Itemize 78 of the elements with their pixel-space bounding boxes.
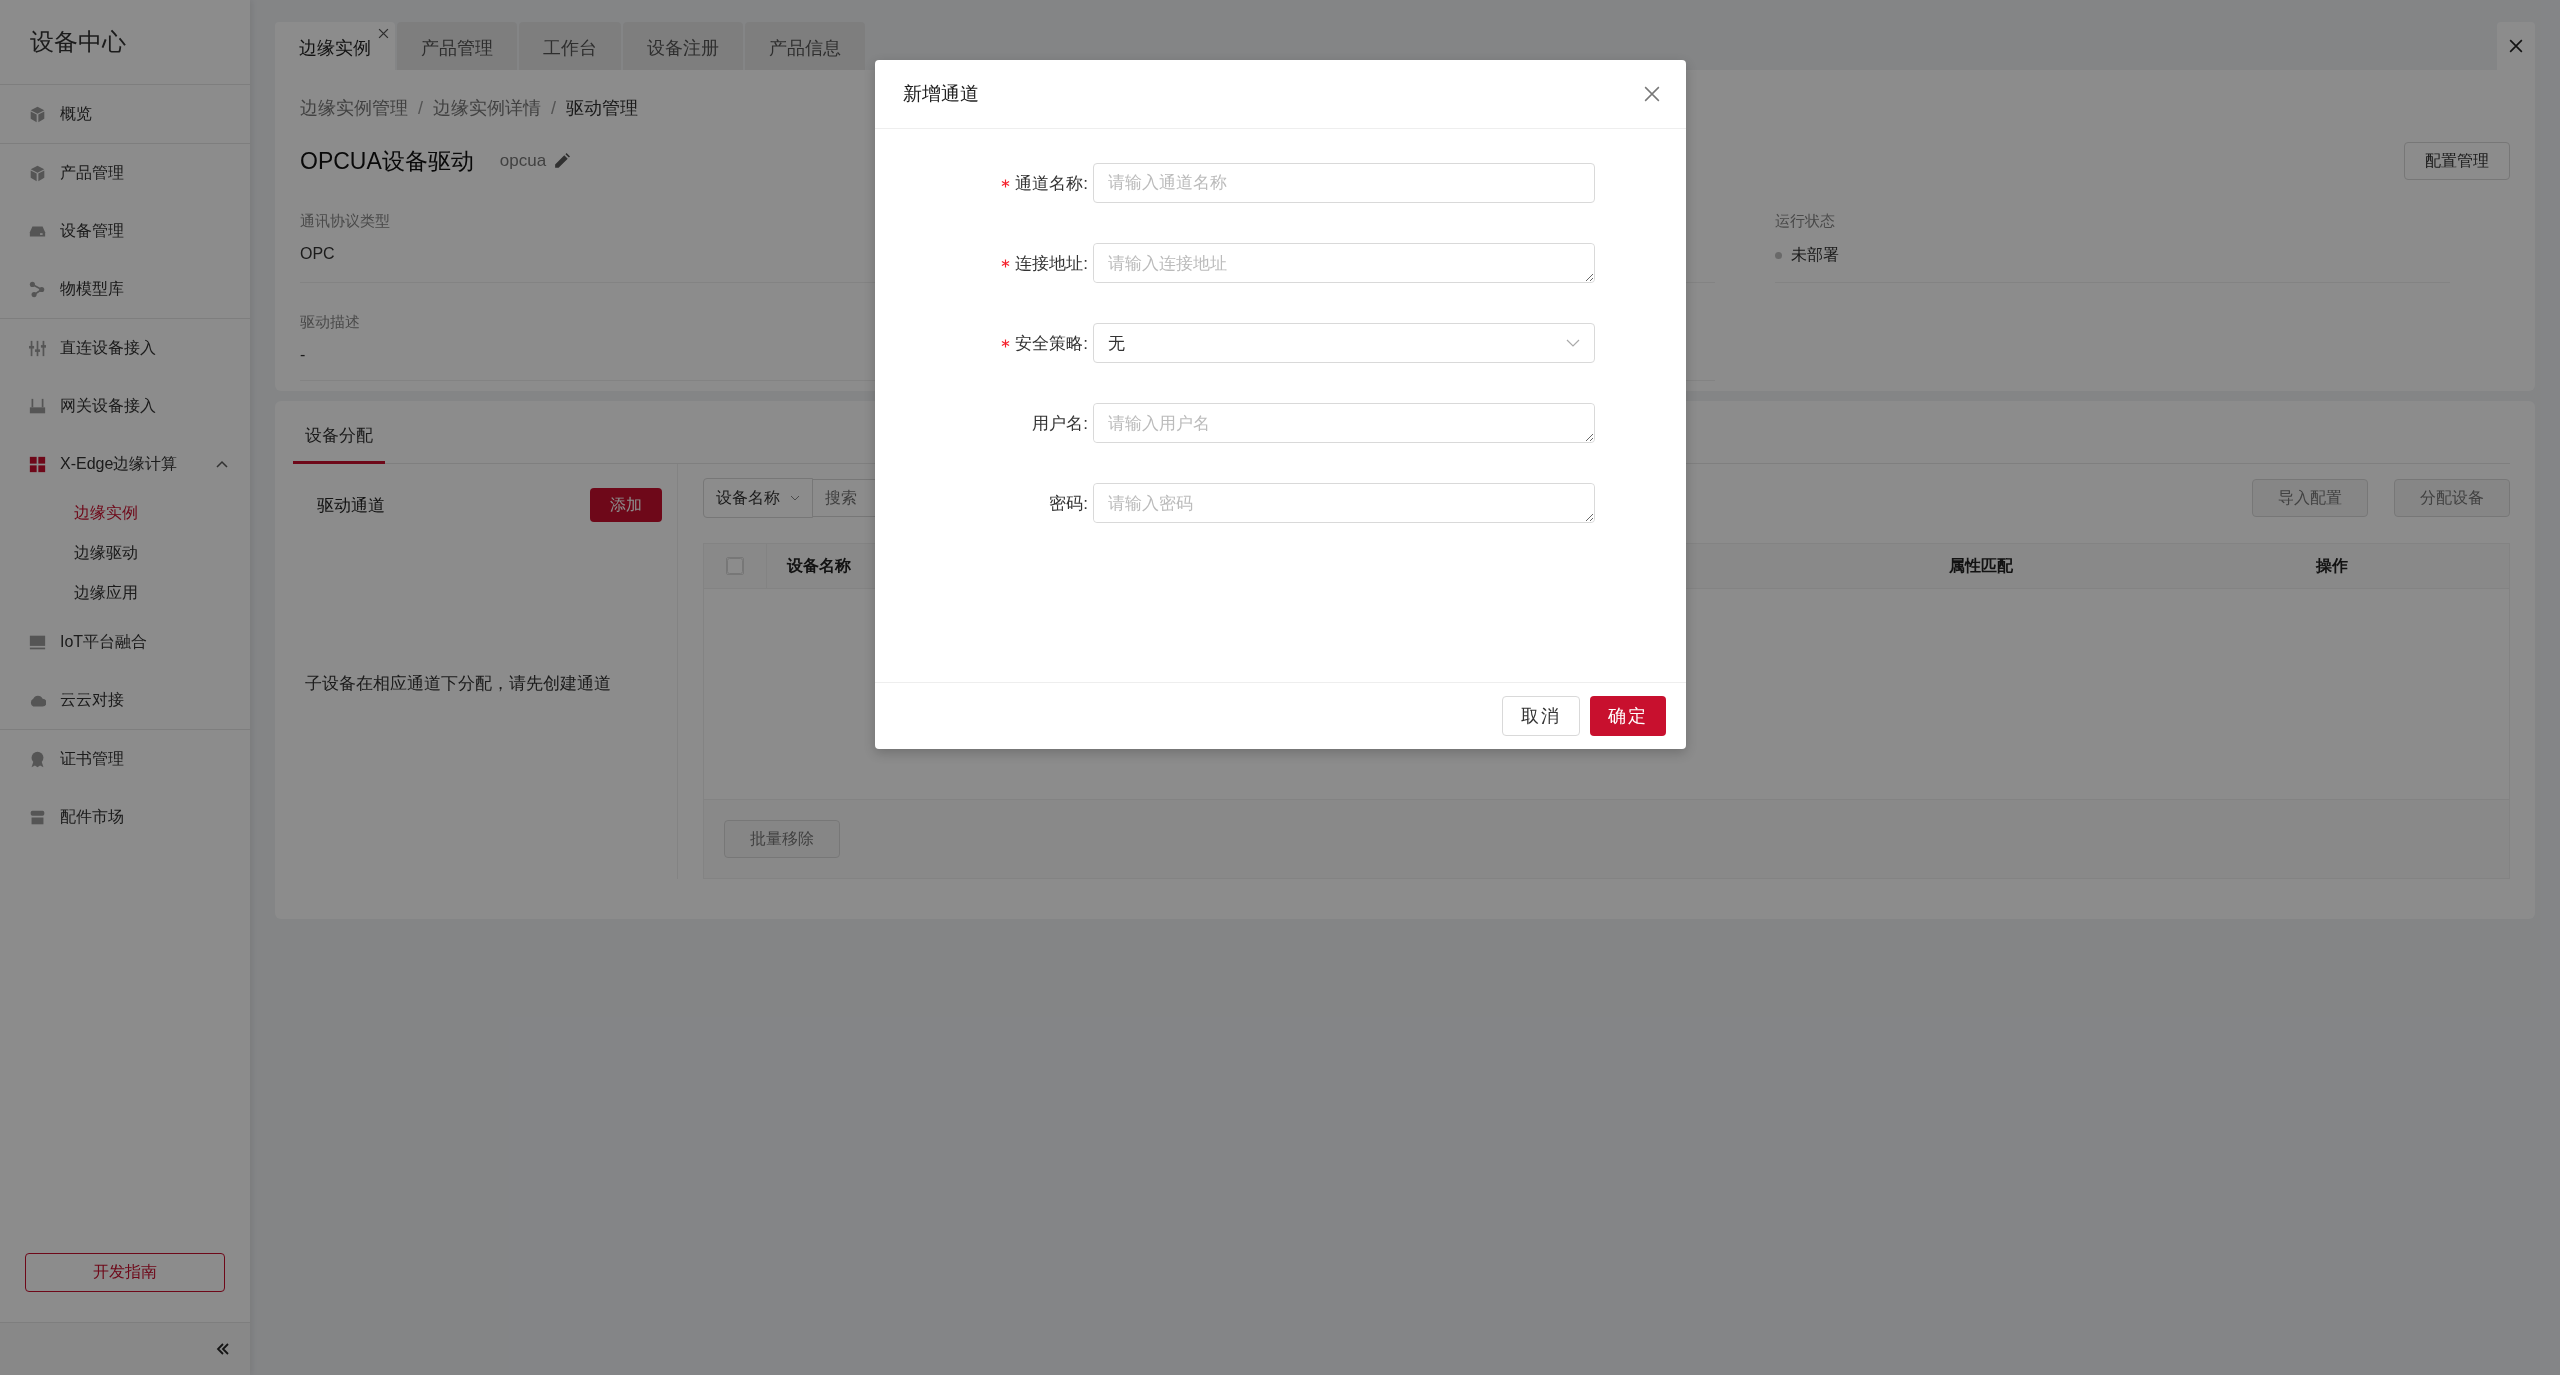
input-field[interactable]: 请输入通道名称 [1093,163,1595,203]
confirm-button[interactable]: 确定 [1590,696,1666,736]
asterisk-icon [1001,338,1011,348]
section-tab[interactable]: 设备分配 [293,424,385,464]
store-icon [29,808,46,826]
close-icon[interactable] [1644,86,1660,102]
page-tab[interactable]: 工作台 [519,22,621,70]
nodes-icon [29,280,46,298]
close-icon [2509,39,2523,53]
nav-item[interactable]: 证书管理 [0,730,250,788]
chevron-down-icon [1566,339,1580,347]
driver-code: opcua [499,151,547,171]
field-value: 未部署 [1791,245,1839,265]
close-icon[interactable] [378,28,389,39]
column-header: 操作 [2314,555,2348,576]
grid-icon [29,455,46,473]
page-tab[interactable]: 产品信息 [745,22,865,70]
sliders-icon [29,339,46,357]
cube-icon [29,164,46,182]
column-header: 属性匹配 [1948,555,2014,576]
config-button[interactable]: 配置管理 [2404,142,2510,180]
form-label: 连接地址: [1015,252,1088,275]
page-tab[interactable]: 产品管理 [397,22,517,70]
select-field[interactable]: 无 [1093,323,1595,363]
page-tab[interactable]: 设备注册 [623,22,743,70]
page-tab[interactable]: 边缘实例 [275,22,395,70]
asterisk-icon [1001,178,1011,188]
nav-item[interactable]: 云云对接 [0,671,250,729]
form-label: 用户名: [1032,412,1088,435]
nav-subitem[interactable]: 边缘应用 [0,573,250,613]
field-label: 运行状态 [1775,212,1836,231]
field-value: OPC [300,245,335,263]
section-label: 驱动通道 [317,494,386,517]
breadcrumb-item[interactable]: 边缘实例详情 [433,96,541,120]
nav-item[interactable]: 物模型库 [0,260,250,318]
monitor-icon [29,633,46,651]
field-label: 通讯协议类型 [300,212,391,231]
close-button[interactable] [2497,22,2535,70]
field-value: - [300,346,306,364]
breadcrumb-item: 驱动管理 [566,97,639,120]
filter-select[interactable]: 设备名称 [703,478,813,518]
guide-button[interactable]: 开发指南 [25,1253,225,1292]
nav-item[interactable]: 设备管理 [0,202,250,260]
dialog-title: 新增通道 [903,82,980,106]
double-chevron-left-icon[interactable] [216,1343,230,1355]
nav-subitem[interactable]: 边缘驱动 [0,533,250,573]
form-label: 通道名称: [1015,172,1088,195]
add-button[interactable]: 添加 [590,488,662,522]
status-dot [1775,252,1782,259]
nav-item[interactable]: X-Edge边缘计算 [0,435,250,493]
nav-item[interactable]: 直连设备接入 [0,319,250,377]
breadcrumb-separator: / [418,97,423,119]
field-label: 驱动描述 [300,313,361,332]
app-title: 设备中心 [0,0,250,85]
driver-title: OPCUA设备驱动 [300,146,474,176]
form-label: 密码: [1049,492,1088,515]
nav-item[interactable]: 网关设备接入 [0,377,250,435]
cancel-button[interactable]: 取消 [1502,696,1580,736]
text-area[interactable]: 请输入密码 [1093,483,1595,523]
cube-icon [29,105,46,123]
badge-icon [29,750,46,768]
asterisk-icon [1001,258,1011,268]
nav-item[interactable]: IoT平台融合 [0,613,250,671]
nav-item[interactable]: 配件市场 [0,788,250,846]
breadcrumb-separator: / [551,97,557,119]
text-area[interactable]: 请输入连接地址 [1093,243,1595,283]
nav-item[interactable]: 概览 [0,85,250,143]
nav-item[interactable]: 产品管理 [0,144,250,202]
form-label: 安全策略: [1015,332,1088,355]
edit-icon[interactable] [554,153,571,169]
nav-subitem[interactable]: 边缘实例 [0,493,250,533]
chevron-up-icon [216,460,228,468]
caret-icon [790,495,800,501]
text-area[interactable]: 请输入用户名 [1093,403,1595,443]
empty-message: 子设备在相应通道下分配，请先创建通道 [305,673,612,695]
breadcrumb-item[interactable]: 边缘实例管理 [300,96,408,120]
column-header: 设备名称 [785,555,852,576]
router-icon [29,397,46,415]
